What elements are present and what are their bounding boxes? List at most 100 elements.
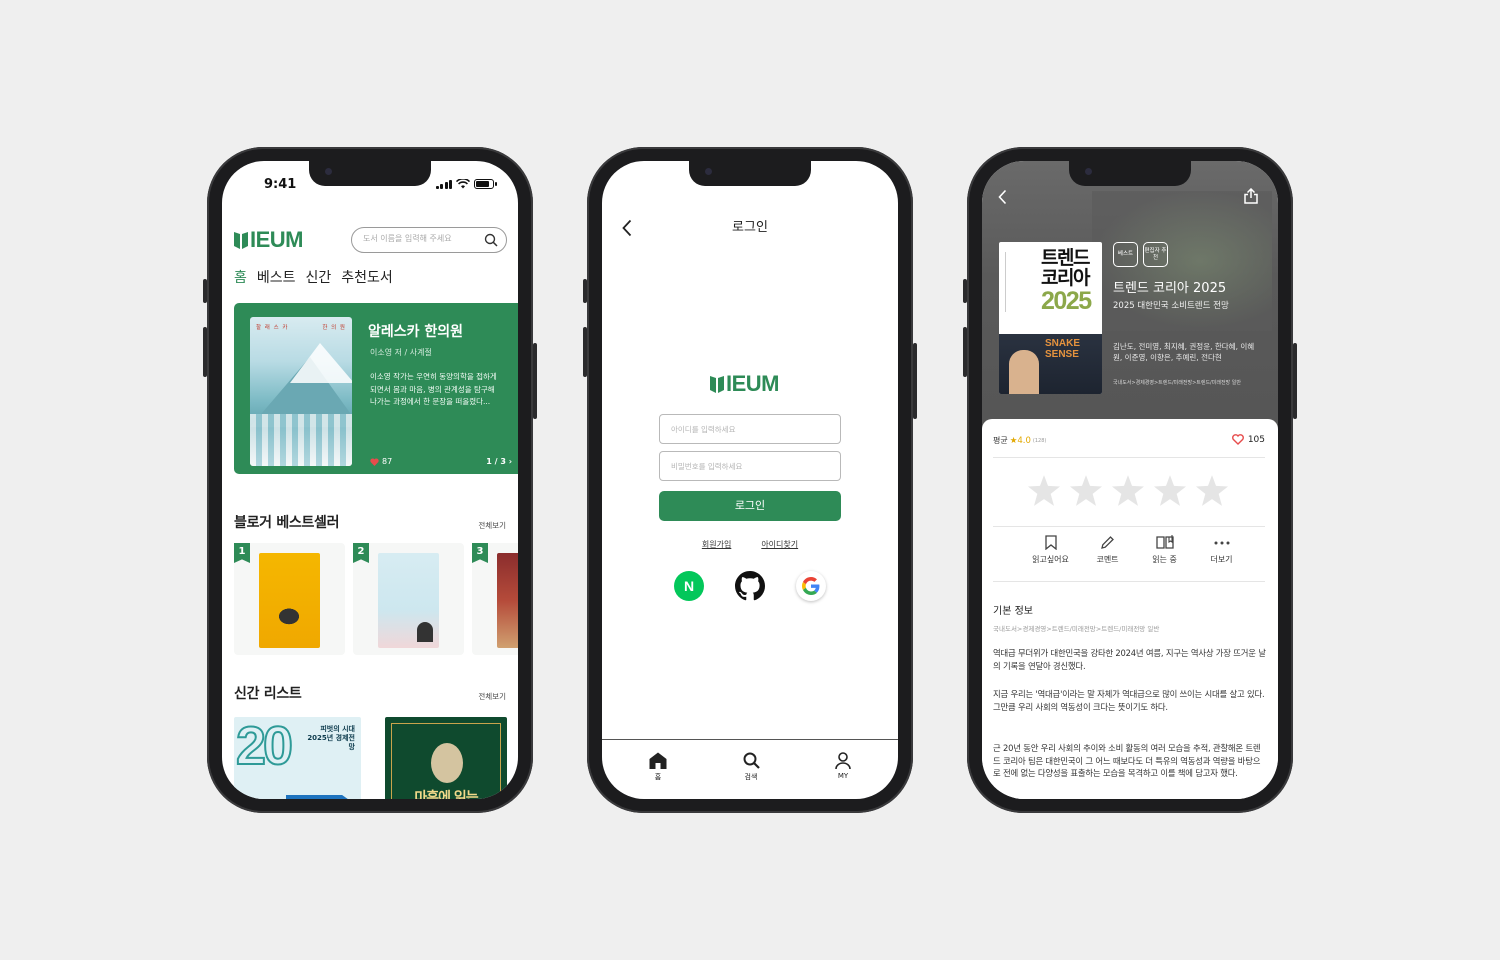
detail-sheet: 평균 ★4.0 (128) 105 읽고싶어요 코멘트 읽는 중 더보기 기본 … bbox=[982, 419, 1278, 799]
tab-best[interactable]: 베스트 bbox=[257, 267, 296, 287]
featured-book-author: 이소영 저 / 사계절 bbox=[370, 348, 432, 357]
book-cover[interactable] bbox=[378, 553, 439, 648]
description-paragraph: 역대급 무더위가 대한민국을 강타한 2024년 여름, 지구는 역사상 가장 … bbox=[993, 648, 1266, 671]
bestseller-list: 1 2 3 bbox=[234, 543, 518, 655]
cover-snake-text: SNAKE SENSE bbox=[1045, 338, 1081, 360]
bookmark-icon bbox=[1044, 535, 1057, 550]
wifi-icon bbox=[456, 179, 470, 189]
star-icon[interactable] bbox=[1154, 475, 1186, 506]
tab-home[interactable]: 홈 bbox=[234, 267, 247, 287]
star-icon[interactable] bbox=[1112, 475, 1144, 506]
featured-book-title[interactable]: 알레스카 한의원 bbox=[368, 321, 463, 341]
search-icon[interactable] bbox=[484, 233, 498, 247]
password-input[interactable] bbox=[660, 452, 840, 480]
naver-login-button[interactable]: N bbox=[674, 571, 704, 601]
rating-count: (128) bbox=[1032, 437, 1047, 444]
cover-title: 트렌드 코리아 bbox=[1041, 247, 1090, 289]
star-icon[interactable] bbox=[1070, 475, 1102, 506]
bestseller-card[interactable]: 2 bbox=[353, 543, 464, 655]
signal-icon bbox=[435, 179, 452, 189]
notch bbox=[689, 161, 811, 186]
like-count[interactable]: 87 bbox=[370, 457, 392, 466]
home-icon bbox=[649, 752, 667, 769]
book-category: 국내도서>경제경영>트렌드/미래전망>트렌드/미래전망 일반 bbox=[1113, 380, 1241, 386]
detail-screen: 트렌드 코리아 2025 SNAKE SENSE 베스트 편집자 추천 트렌드 … bbox=[982, 161, 1278, 799]
cover-title: 마흔에 읽는 bbox=[414, 790, 478, 799]
want-to-read-button[interactable]: 읽고싶어요 bbox=[1022, 535, 1079, 565]
cover-big-number: 20 bbox=[235, 717, 294, 776]
password-field[interactable] bbox=[659, 451, 841, 481]
app-logo[interactable]: IEUM bbox=[234, 227, 304, 253]
tab-label: 검색 bbox=[744, 773, 758, 781]
banner-pagination[interactable]: 1 / 3 › bbox=[486, 457, 512, 466]
action-label: 읽는 중 bbox=[1152, 555, 1177, 564]
featured-book-banner[interactable]: 할 래 스 카 한 의 원 알레스카 한의원 이소영 저 / 사계절 이소영 작가… bbox=[234, 303, 518, 474]
tab-search[interactable]: 검색 bbox=[731, 752, 771, 782]
chevron-right-icon[interactable]: › bbox=[509, 457, 512, 466]
star-icon[interactable] bbox=[1196, 475, 1228, 506]
reading-button[interactable]: 읽는 중 bbox=[1136, 535, 1193, 565]
cover-title-right: 한 의 원 bbox=[322, 325, 346, 331]
book-cover[interactable] bbox=[497, 553, 518, 648]
bestseller-card[interactable]: 3 bbox=[472, 543, 518, 655]
github-login-button[interactable] bbox=[735, 571, 765, 601]
share-icon[interactable] bbox=[1244, 188, 1258, 204]
bottom-tab-bar: 홈 검색 MY bbox=[602, 739, 898, 799]
like-count-value: 105 bbox=[1247, 434, 1265, 445]
cover-title-left: 할 래 스 카 bbox=[256, 325, 289, 331]
book-cover[interactable]: 트렌드 코리아 2025 SNAKE SENSE bbox=[999, 242, 1102, 394]
id-field[interactable] bbox=[659, 414, 841, 444]
action-label: 코멘트 bbox=[1096, 555, 1119, 564]
battery-icon bbox=[474, 179, 497, 189]
new-books-see-all-link[interactable]: 전체보기 bbox=[478, 691, 506, 702]
search-bar[interactable] bbox=[351, 227, 507, 253]
new-book-cover[interactable]: 마흔에 읽는 bbox=[385, 717, 507, 799]
basic-info-category: 국내도서>경제경영>트렌드/미래전망>트렌드/미래전망 일반 bbox=[993, 625, 1160, 633]
page-title: 로그인 bbox=[732, 220, 768, 235]
star-icon[interactable] bbox=[1028, 475, 1060, 506]
book-logo-icon bbox=[710, 376, 724, 393]
tab-home[interactable]: 홈 bbox=[638, 752, 678, 782]
detail-header: 트렌드 코리아 2025 SNAKE SENSE 베스트 편집자 추천 트렌드 … bbox=[982, 161, 1278, 451]
book-cover[interactable] bbox=[259, 553, 320, 648]
rank-badge: 1 bbox=[234, 543, 250, 563]
tab-my[interactable]: MY bbox=[823, 752, 863, 780]
social-login: N bbox=[674, 571, 826, 601]
bestseller-card[interactable]: 1 bbox=[234, 543, 345, 655]
search-icon bbox=[743, 752, 760, 769]
book-badges: 베스트 편집자 추천 bbox=[1113, 242, 1168, 267]
back-arrow-icon[interactable] bbox=[998, 189, 1007, 205]
more-button[interactable]: 더보기 bbox=[1193, 535, 1250, 565]
action-label: 더보기 bbox=[1210, 555, 1233, 564]
bestseller-section-title: 블로거 베스트셀러 bbox=[234, 515, 340, 531]
like-count-value: 87 bbox=[382, 457, 393, 466]
rating-stars[interactable] bbox=[1028, 475, 1228, 506]
tab-label: MY bbox=[837, 772, 849, 780]
book-subtitle: 2025 대한민국 소비트렌드 전망 bbox=[1113, 301, 1229, 311]
book-title: 트렌드 코리아 2025 bbox=[1113, 281, 1227, 296]
action-row: 읽고싶어요 코멘트 읽는 중 더보기 bbox=[1022, 535, 1250, 565]
featured-book-cover[interactable]: 할 래 스 카한 의 원 bbox=[250, 317, 352, 466]
comment-button[interactable]: 코멘트 bbox=[1079, 535, 1136, 565]
rank-badge: 2 bbox=[353, 543, 369, 563]
google-login-button[interactable] bbox=[796, 571, 826, 601]
rank-badge: 3 bbox=[472, 543, 488, 563]
divider bbox=[993, 526, 1265, 527]
phone-book-detail: 트렌드 코리아 2025 SNAKE SENSE 베스트 편집자 추천 트렌드 … bbox=[963, 147, 1297, 813]
new-book-cover[interactable]: 20 피벗의 시대 2025년 경제전망 bbox=[234, 717, 361, 799]
tab-new[interactable]: 신간 bbox=[306, 267, 332, 287]
signup-link[interactable]: 회원가입 bbox=[702, 539, 731, 550]
new-books-section-title: 신간 리스트 bbox=[234, 686, 302, 702]
heart-icon bbox=[370, 457, 379, 466]
tab-label: 홈 bbox=[654, 773, 662, 781]
phone-side-button bbox=[1293, 343, 1297, 419]
pencil-icon bbox=[1101, 536, 1114, 549]
tab-recommended[interactable]: 추천도서 bbox=[341, 267, 393, 287]
bestseller-see-all-link[interactable]: 전체보기 bbox=[478, 520, 506, 531]
find-id-link[interactable]: 아이디찾기 bbox=[761, 539, 798, 550]
id-input[interactable] bbox=[660, 415, 840, 443]
login-button[interactable]: 로그인 bbox=[659, 491, 841, 521]
book-logo-icon bbox=[234, 232, 248, 249]
search-input[interactable] bbox=[363, 234, 478, 243]
like-button[interactable]: 105 bbox=[1231, 434, 1265, 445]
